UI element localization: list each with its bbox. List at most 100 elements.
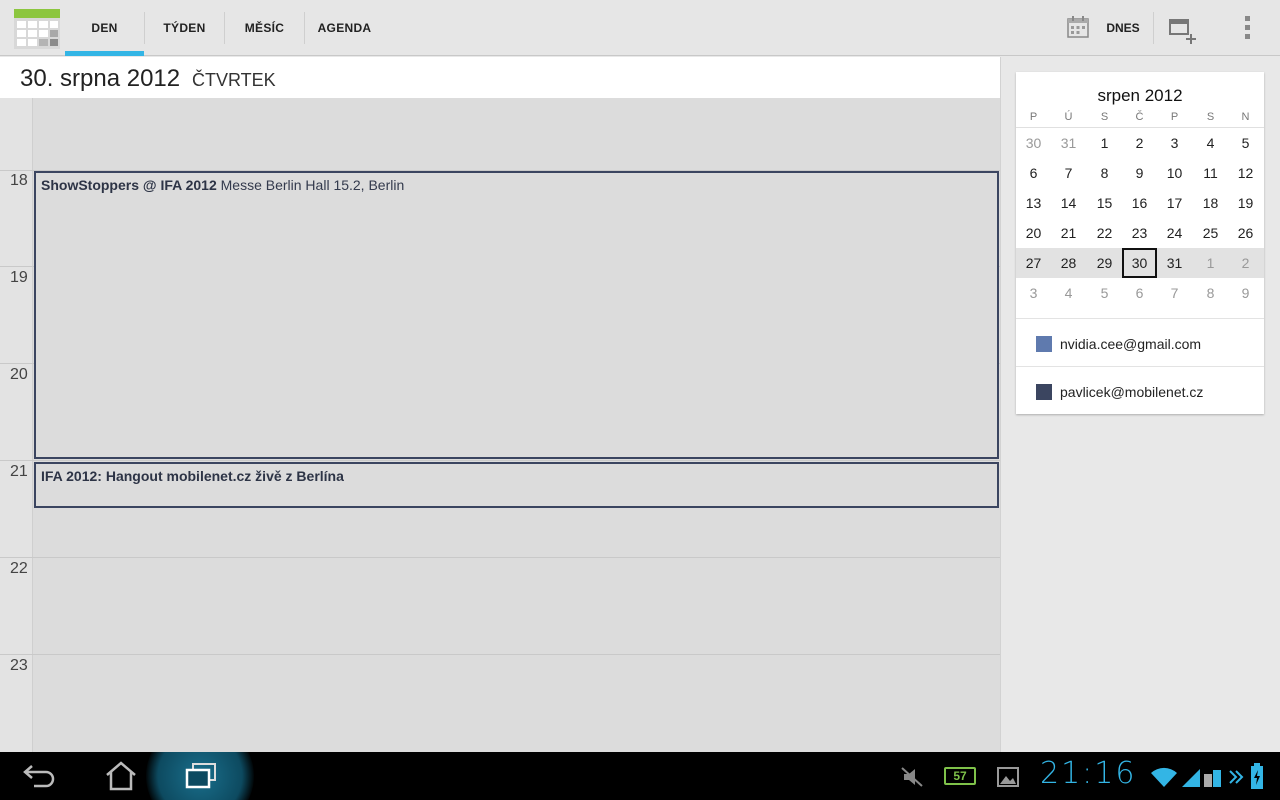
- day-cell[interactable]: 1: [1193, 248, 1228, 278]
- calendar-color-swatch: [1036, 384, 1052, 400]
- day-cell[interactable]: 17: [1157, 188, 1192, 218]
- calendar-account-name: nvidia.cee@gmail.com: [1060, 336, 1202, 352]
- day-cell[interactable]: 4: [1193, 128, 1228, 158]
- action-bar: DEN TÝDEN MĚSÍC AGENDA DNES: [0, 0, 1280, 56]
- event-showstoppers[interactable]: ShowStoppers @ IFA 2012 Messe Berlin Hal…: [34, 171, 999, 459]
- mute-icon: [901, 767, 923, 787]
- home-icon[interactable]: [104, 760, 138, 792]
- day-cell[interactable]: 21: [1051, 218, 1086, 248]
- day-cell[interactable]: 9: [1122, 158, 1157, 188]
- recent-apps-icon[interactable]: [184, 762, 218, 790]
- day-cell[interactable]: 5: [1228, 128, 1263, 158]
- mini-calendar-title: srpen 2012: [1097, 86, 1183, 105]
- weekday-label: Č: [1135, 111, 1144, 123]
- wifi-icon: [1151, 767, 1177, 787]
- day-cell[interactable]: 9: [1228, 278, 1263, 308]
- day-grid[interactable]: 18 19 20 21 22 23 ShowStoppers @ IFA 201…: [0, 98, 1000, 752]
- day-cell[interactable]: 22: [1087, 218, 1122, 248]
- hour-line: [0, 460, 1000, 461]
- day-cell[interactable]: 1: [1087, 128, 1122, 158]
- selected-day-cell[interactable]: 30: [1122, 248, 1157, 278]
- weekday-label: S: [1100, 111, 1109, 123]
- day-cell[interactable]: 5: [1087, 278, 1122, 308]
- battery-icon: 57: [944, 767, 976, 785]
- weekday-label: P: [1170, 111, 1179, 123]
- calendar-account-pavlicek[interactable]: pavlicek@mobilenet.cz: [1036, 382, 1203, 402]
- action-separator: [1153, 12, 1154, 44]
- event-title: IFA 2012: Hangout mobilenet.cz živě z Be…: [41, 468, 344, 484]
- charging-icon: [1251, 763, 1263, 789]
- mini-calendar: srpen 2012 P Ú S Č P S N 30 31 1 2 3 4 5 6 7 8 9 10…: [1016, 72, 1264, 414]
- gallery-icon: [997, 767, 1019, 787]
- week-row: 20 21 22 23 24 25 26: [1016, 218, 1264, 248]
- tab-week[interactable]: TÝDEN: [145, 0, 224, 56]
- day-cell[interactable]: 23: [1122, 218, 1157, 248]
- grid-divider: [1000, 57, 1001, 752]
- day-cell[interactable]: 7: [1051, 158, 1086, 188]
- day-cell[interactable]: 29: [1087, 248, 1122, 278]
- week-row: 30 31 1 2 3 4 5: [1016, 128, 1264, 158]
- day-cell[interactable]: 26: [1228, 218, 1263, 248]
- new-event-icon[interactable]: [1168, 16, 1198, 44]
- event-location: Messe Berlin Hall 15.2, Berlin: [220, 177, 405, 193]
- day-cell[interactable]: 13: [1016, 188, 1051, 218]
- tab-month[interactable]: MĚSÍC: [225, 0, 304, 56]
- today-calendar-icon[interactable]: [1066, 15, 1090, 39]
- day-cell[interactable]: 12: [1228, 158, 1263, 188]
- calendar-app-icon[interactable]: [14, 9, 60, 49]
- hour-label: 18: [10, 172, 28, 189]
- day-cell[interactable]: 14: [1051, 188, 1086, 218]
- weekday-label: N: [1241, 111, 1250, 123]
- day-cell[interactable]: 8: [1087, 158, 1122, 188]
- calendar-account-nvidia[interactable]: nvidia.cee@gmail.com: [1036, 334, 1201, 354]
- day-cell[interactable]: 6: [1122, 278, 1157, 308]
- day-cell[interactable]: 11: [1193, 158, 1228, 188]
- day-cell[interactable]: 8: [1193, 278, 1228, 308]
- divider: [1016, 366, 1264, 367]
- week-row: 27 28 29 30 31 1 2: [1016, 248, 1264, 278]
- tab-agenda[interactable]: AGENDA: [305, 0, 384, 56]
- signal-icon: [1182, 769, 1200, 787]
- hour-line: [0, 557, 1000, 558]
- day-cell[interactable]: 15: [1087, 188, 1122, 218]
- clock: 21:16: [1040, 756, 1137, 791]
- day-cell[interactable]: 25: [1193, 218, 1228, 248]
- system-bar: 57 21:16: [0, 752, 1280, 800]
- weekday-label: Ú: [1064, 111, 1073, 123]
- mini-calendar-grid[interactable]: 30 31 1 2 3 4 5 6 7 8 9 10 11 12 13 14 15 16 17 18 19 20 21 22 2…: [1016, 127, 1264, 319]
- day-cell[interactable]: 20: [1016, 218, 1051, 248]
- day-cell[interactable]: 28: [1051, 248, 1086, 278]
- day-cell[interactable]: 16: [1122, 188, 1157, 218]
- calendar-color-swatch: [1036, 336, 1052, 352]
- bluetooth-icon: [1204, 770, 1221, 787]
- day-cell[interactable]: 18: [1193, 188, 1228, 218]
- divider: [1016, 318, 1264, 319]
- day-cell[interactable]: 4: [1051, 278, 1086, 308]
- hour-label: 23: [10, 657, 28, 674]
- day-header: 30. srpna 2012 ČTVRTEK: [0, 57, 1000, 98]
- day-cell[interactable]: 7: [1157, 278, 1192, 308]
- day-cell[interactable]: 19: [1228, 188, 1263, 218]
- week-row: 13 14 15 16 17 18 19: [1016, 188, 1264, 218]
- back-icon[interactable]: [22, 762, 56, 790]
- day-cell[interactable]: 31: [1157, 248, 1192, 278]
- day-cell[interactable]: 6: [1016, 158, 1051, 188]
- day-cell[interactable]: 24: [1157, 218, 1192, 248]
- event-title: ShowStoppers @ IFA 2012: [41, 177, 217, 193]
- day-cell[interactable]: 27: [1016, 248, 1051, 278]
- day-cell[interactable]: 3: [1157, 128, 1192, 158]
- day-cell[interactable]: 31: [1051, 128, 1086, 158]
- hour-label: 21: [10, 463, 28, 480]
- day-cell[interactable]: 30: [1016, 128, 1051, 158]
- day-cell[interactable]: 2: [1228, 248, 1263, 278]
- day-cell[interactable]: 3: [1016, 278, 1051, 308]
- tab-day[interactable]: DEN: [65, 0, 144, 56]
- overflow-menu-icon[interactable]: [1238, 14, 1258, 42]
- today-button[interactable]: DNES: [1100, 0, 1146, 56]
- day-cell[interactable]: 2: [1122, 128, 1157, 158]
- expand-arrows-icon: [1229, 770, 1244, 784]
- calendar-account-name: pavlicek@mobilenet.cz: [1060, 384, 1204, 400]
- week-row: 6 7 8 9 10 11 12: [1016, 158, 1264, 188]
- event-hangout[interactable]: IFA 2012: Hangout mobilenet.cz živě z Be…: [34, 462, 999, 508]
- day-cell[interactable]: 10: [1157, 158, 1192, 188]
